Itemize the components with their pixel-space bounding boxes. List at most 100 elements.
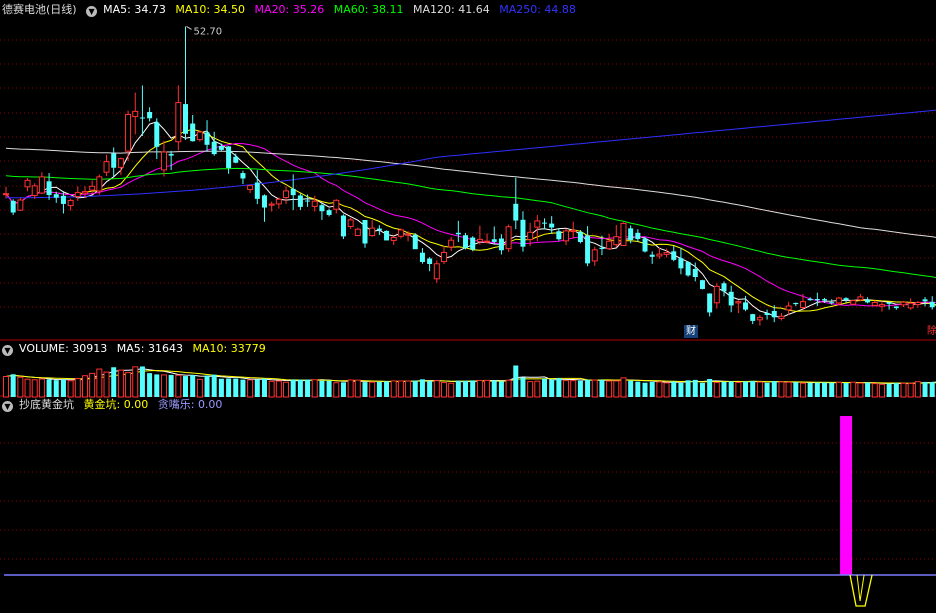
price-header: 德赛电池(日线) ▼ MA5: 34.73 MA10: 34.50 MA20: 3… — [2, 3, 582, 17]
volume-bar — [233, 378, 239, 397]
candle-body — [678, 258, 684, 269]
candle — [340, 214, 346, 240]
candle-body — [707, 293, 713, 313]
candle — [793, 302, 799, 307]
volume-bar — [369, 381, 376, 398]
candle-body — [476, 238, 483, 243]
candle — [103, 154, 110, 176]
ma5-legend: MA5: 34.73 — [103, 3, 166, 16]
candle — [556, 228, 562, 241]
volume-bar — [556, 378, 562, 397]
volume-bar — [549, 379, 555, 397]
candle — [591, 246, 598, 266]
candle — [743, 295, 749, 312]
volume-bar — [606, 380, 613, 398]
candle — [685, 261, 691, 277]
candle — [347, 217, 354, 229]
candle — [613, 224, 620, 248]
candle-body — [340, 215, 346, 237]
volume-bar — [871, 383, 878, 398]
volume-bar — [843, 382, 849, 397]
candle — [111, 147, 117, 177]
candle — [865, 297, 871, 304]
volume-bar — [319, 380, 325, 397]
candle — [390, 236, 397, 245]
candle — [850, 300, 857, 305]
volume-bar — [125, 372, 132, 398]
candle-body — [60, 195, 66, 204]
candle-body — [591, 249, 598, 262]
volume-bar — [778, 381, 785, 398]
volume-bar — [117, 369, 124, 398]
volume-bar — [261, 378, 267, 397]
candle — [649, 251, 655, 264]
candle — [549, 216, 555, 234]
indicator-name[interactable]: 抄底黄金坑 — [19, 398, 74, 411]
greedy-signal-inner — [856, 574, 865, 602]
volume-bar — [476, 379, 483, 398]
candle — [384, 230, 390, 241]
chevron-down-icon[interactable]: ▼ — [86, 6, 98, 17]
candle-body — [463, 235, 469, 248]
candle — [218, 143, 224, 151]
candle-body — [190, 123, 196, 142]
volume-bar — [470, 380, 476, 397]
candle — [470, 236, 476, 252]
candle-body — [139, 117, 145, 119]
volume-bar — [67, 380, 74, 398]
volume-bar — [183, 376, 188, 397]
volume-bar — [147, 373, 153, 397]
finance-event-tag[interactable]: 财 — [684, 325, 698, 338]
candle-body — [835, 297, 842, 304]
candle — [175, 85, 182, 151]
candle — [160, 140, 167, 177]
volume-bar — [591, 379, 598, 398]
candle-body — [671, 251, 677, 260]
stock-name[interactable]: 德赛电池 — [2, 3, 46, 16]
candle-body — [814, 299, 820, 301]
candle-body — [527, 231, 534, 240]
volume-bar — [455, 380, 461, 397]
volume-ma5-legend: MA5: 31643 — [116, 342, 184, 355]
volume-bar — [3, 376, 9, 398]
candle — [750, 313, 756, 325]
ex-rights-tag[interactable]: 除 — [927, 325, 936, 338]
candle — [671, 246, 677, 262]
candle-body — [613, 236, 620, 246]
candle-body — [829, 302, 835, 304]
candle-body — [900, 301, 907, 306]
candle — [326, 208, 332, 217]
volume-bar — [397, 380, 404, 398]
chevron-down-icon[interactable]: ▼ — [2, 345, 13, 356]
volume-bar — [60, 379, 66, 397]
candle — [542, 218, 547, 230]
candle-body — [67, 199, 74, 207]
stock-chart-canvas[interactable]: 52.70 — [0, 0, 936, 613]
candle-body — [656, 253, 663, 257]
volume-bar — [433, 380, 440, 398]
volume-header: ▼ VOLUME: 30913 MA5: 31643 MA10: 33779 — [2, 342, 272, 356]
volume-legend: VOLUME: 30913 — [19, 342, 108, 355]
candle — [893, 306, 899, 310]
candle — [756, 314, 763, 326]
candle — [585, 226, 591, 267]
candle-body — [297, 195, 303, 207]
volume-bar — [24, 378, 31, 398]
volume-bar — [440, 382, 447, 398]
golden-pit-bar — [840, 416, 853, 575]
candle-body — [117, 158, 124, 168]
candle-body — [440, 251, 447, 263]
candle-body — [756, 317, 763, 321]
volume-bar — [656, 381, 663, 398]
candle — [362, 220, 368, 248]
volume-bar — [613, 380, 620, 398]
candle — [463, 232, 469, 250]
candle-body — [319, 205, 325, 212]
candle-body — [31, 185, 38, 196]
candle — [620, 222, 627, 247]
candle — [713, 283, 720, 309]
candle-body — [799, 301, 806, 308]
ma120-legend: MA120: 41.64 — [412, 3, 490, 16]
chevron-down-icon[interactable]: ▼ — [2, 401, 13, 412]
high-pointer — [186, 26, 192, 30]
